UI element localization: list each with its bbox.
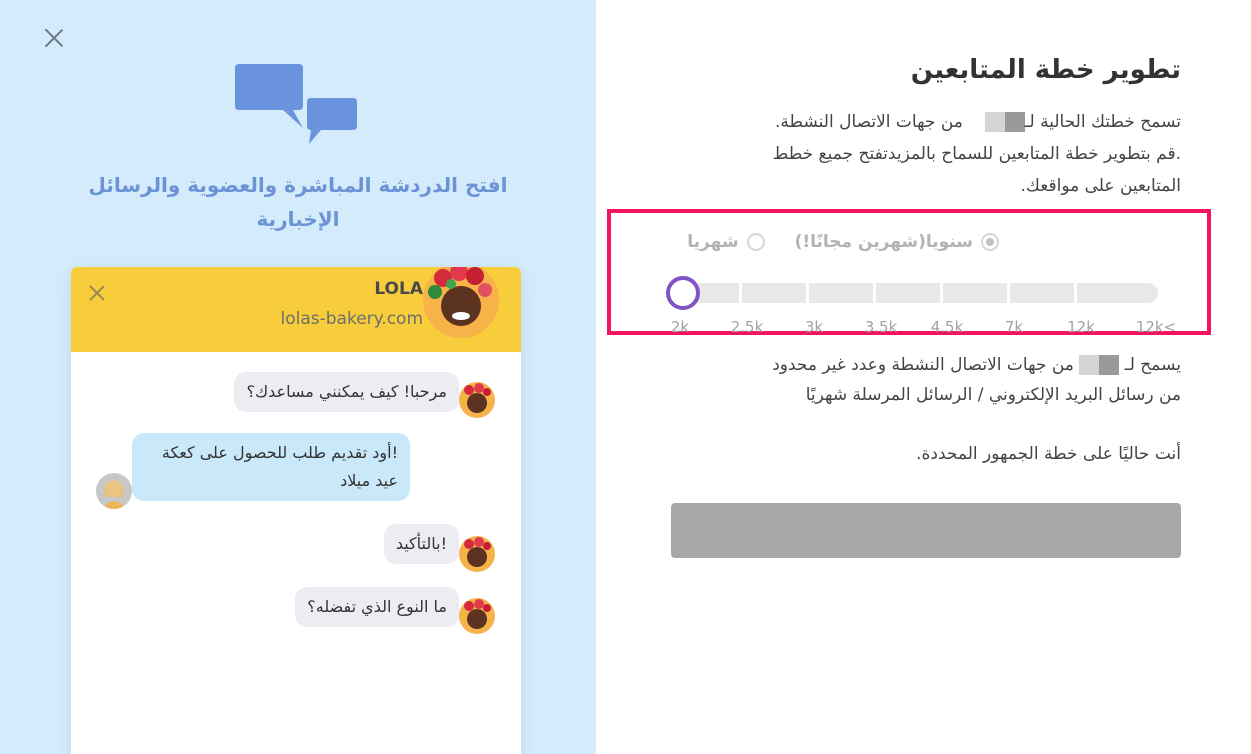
slider-divider [1074, 283, 1077, 303]
slider-divider [873, 283, 876, 303]
plan-description: تسمح خطتك الحالية لـ من جهات الاتصال الن… [671, 106, 1181, 202]
billing-option-yearly[interactable]: سنويا(شهرين مجانًا!) [795, 232, 999, 252]
slider-divider [940, 283, 943, 303]
slider-tick-label: 7k [1004, 318, 1024, 336]
agent-message: !بالتأكيد [383, 524, 459, 564]
agent-message: مرحبا! كيف يمكنني مساعدك؟ [234, 372, 459, 412]
desc-text: المتابعين على مواقعك. [1020, 176, 1181, 196]
slider-tick-label: 12k [1067, 318, 1095, 336]
billing-period-selector: سنويا(شهرين مجانًا!) شهريا [687, 232, 999, 252]
agent-avatar [423, 267, 499, 338]
slider-tick-label: 2.5k [730, 318, 764, 336]
slider-tick-label: 2k [670, 318, 690, 336]
agent-message: ما النوع الذي تفضله؟ [295, 587, 459, 627]
slider-tick-label: 12k< [1135, 318, 1177, 336]
agent-name: LOLA [374, 279, 423, 299]
chat-bubbles-icon [235, 64, 357, 144]
highlight-box [607, 209, 1211, 335]
redacted-value [1079, 355, 1120, 375]
promo-panel: افتح الدردشة المباشرة والعضوية والرسائل … [0, 0, 596, 754]
desc-text: تسمح خطتك الحالية لـ [1024, 112, 1181, 132]
allowance-text: من جهات الاتصال النشطة وعدد غير محدود [772, 355, 1074, 375]
chat-widget-header: LOLA lolas-bakery.com [71, 267, 521, 352]
close-icon[interactable] [87, 283, 107, 303]
desc-text: من جهات الاتصال النشطة. [775, 112, 963, 132]
slider-tick-label: 3.5k [864, 318, 898, 336]
slider-tick-label: 3k [804, 318, 824, 336]
current-plan-text: أنت حاليًا على خطة الجمهور المحددة. [916, 444, 1181, 464]
chat-widget-preview: LOLA lolas-bakery.com مرحبا! كيف يمكنني … [71, 267, 521, 754]
slider-divider [1007, 283, 1010, 303]
redacted-value [984, 112, 1025, 132]
billing-label-monthly: شهريا [687, 232, 739, 252]
billing-label-yearly: سنويا(شهرين مجانًا!) [794, 232, 973, 252]
radio-unchecked-icon[interactable] [746, 233, 765, 251]
plan-allowance: يسمح لـ من جهات الاتصال النشطة وعدد غير … [661, 350, 1181, 410]
agent-avatar [459, 598, 495, 634]
billing-option-monthly[interactable]: شهريا [687, 232, 765, 252]
slider-divider [739, 283, 742, 303]
slider-divider [806, 283, 809, 303]
slider-tick-label: 4.5k [930, 318, 964, 336]
close-icon[interactable] [40, 24, 68, 52]
desc-text: .قم بتطوير خطة المتابعين للسماح بالمزيدت… [772, 144, 1181, 164]
promo-title: افتح الدردشة المباشرة والعضوية والرسائل … [88, 173, 508, 231]
radio-checked-icon[interactable] [981, 233, 999, 251]
user-avatar [96, 473, 132, 509]
user-message: !أود تقديم طلب للحصول على كعكة عيد ميلاد [132, 433, 410, 501]
allowance-text: يسمح لـ [1124, 355, 1181, 375]
agent-avatar [459, 536, 495, 572]
agent-site: lolas-bakery.com [280, 309, 424, 329]
upgrade-title: تطوير خطة المتابعين [910, 55, 1181, 85]
contacts-slider-thumb[interactable] [666, 276, 700, 310]
allowance-text: من رسائل البريد الإلكتروني / الرسائل الم… [805, 385, 1181, 405]
agent-avatar [459, 382, 495, 418]
upgrade-button[interactable] [671, 503, 1181, 558]
